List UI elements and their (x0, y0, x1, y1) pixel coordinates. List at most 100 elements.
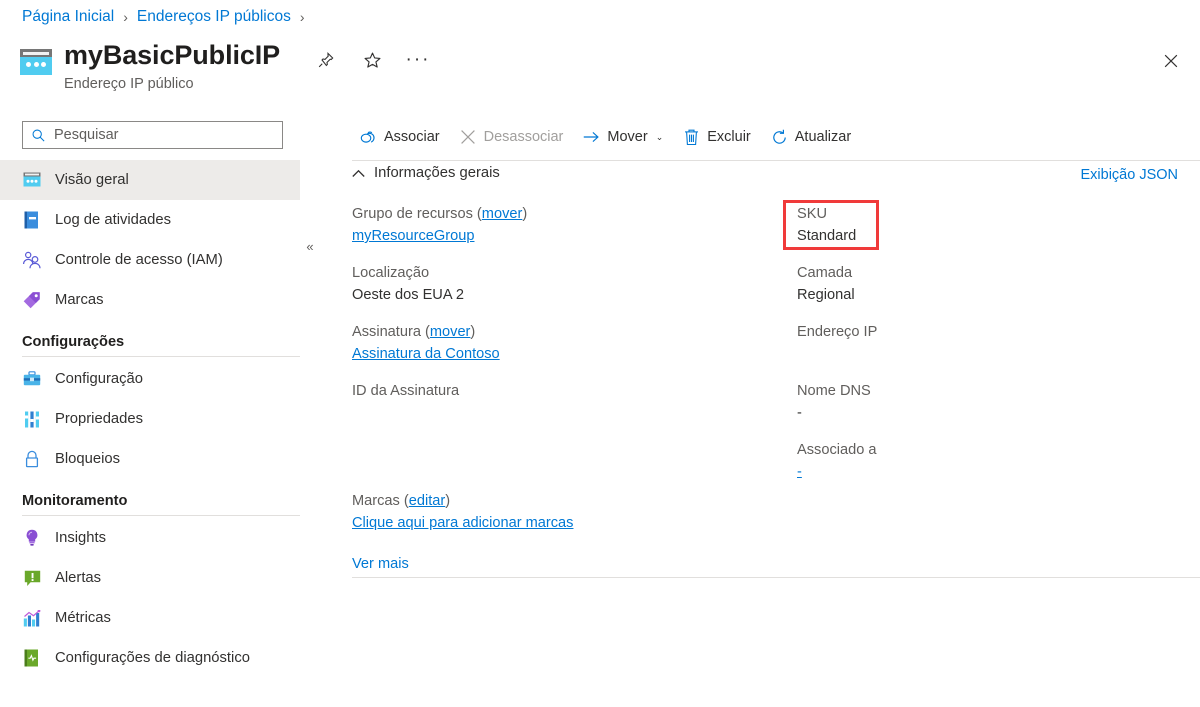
refresh-button[interactable]: Atualizar (763, 121, 859, 153)
sidebar-item-insights[interactable]: Insights (0, 518, 300, 558)
property-label: Endereço IP (797, 321, 1177, 343)
sidebar-group-title: Configurações (22, 334, 300, 350)
arrow-right-icon (583, 129, 600, 146)
essentials-section-header[interactable]: Informações gerais (352, 165, 500, 181)
property-tags: Marcas (editar) Clique aqui para adicion… (352, 490, 573, 534)
breadcrumb-item-public-ips[interactable]: Endereços IP públicos (137, 8, 291, 26)
command-bar: Associar Desassociar Mover ⌄ (352, 119, 859, 155)
sidebar-item-diagnostic-settings[interactable]: Configurações de diagnóstico (0, 638, 300, 678)
property-label: Associado a (797, 439, 1177, 461)
delete-button[interactable]: Excluir (675, 121, 759, 153)
property-subscription-id: ID da Assinatura (352, 380, 797, 424)
close-icon (1162, 52, 1180, 70)
sidebar-item-access-control[interactable]: Controle de acesso (IAM) (0, 240, 300, 280)
main-content: Associar Desassociar Mover ⌄ (337, 110, 1200, 707)
sidebar-search (22, 121, 283, 149)
page-subtitle: Endereço IP público (64, 74, 280, 94)
essentials-section-title: Informações gerais (374, 165, 500, 181)
dissociate-button[interactable]: Desassociar (452, 121, 572, 153)
public-ip-icon (20, 49, 52, 75)
sidebar-item-tags[interactable]: Marcas (0, 280, 300, 320)
pin-icon (317, 51, 335, 69)
refresh-icon (771, 129, 788, 146)
sidebar-item-locks[interactable]: Bloqueios (0, 439, 300, 479)
associated-to-link[interactable]: - (797, 464, 802, 480)
alerts-icon (22, 568, 42, 588)
sidebar-item-activity-log[interactable]: Log de atividades (0, 200, 300, 240)
property-sku: SKU Standard (797, 203, 1177, 247)
associate-button[interactable]: Associar (352, 121, 448, 153)
sidebar-item-metrics[interactable]: Métricas (0, 598, 300, 638)
sidebar-item-overview[interactable]: Visão geral (0, 160, 300, 200)
page-title: myBasicPublicIP (64, 38, 280, 72)
sidebar-item-label: Log de atividades (55, 210, 171, 230)
breadcrumb: Página Inicial › Endereços IP públicos › (22, 8, 305, 26)
see-more-link[interactable]: Ver mais (352, 556, 409, 572)
sidebar-item-label: Marcas (55, 290, 104, 310)
sidebar-item-label: Alertas (55, 568, 101, 588)
sidebar-item-label: Bloqueios (55, 449, 120, 469)
sidebar-item-label: Configurações de diagnóstico (55, 648, 250, 668)
command-label: Excluir (707, 129, 751, 145)
property-label: Localização (352, 262, 797, 284)
property-label: ID da Assinatura (352, 380, 797, 402)
property-associated-to: Associado a - (797, 439, 1177, 483)
breadcrumb-separator-icon: › (300, 9, 305, 25)
move-resource-group-link[interactable]: mover (482, 206, 523, 222)
search-icon (31, 128, 46, 143)
property-location: Localização Oeste dos EUA 2 (352, 262, 797, 306)
edit-tags-link[interactable]: editar (409, 493, 446, 509)
diagnostic-settings-icon (22, 648, 42, 668)
title-action-buttons: ··· (312, 46, 432, 74)
favorite-button[interactable] (358, 46, 386, 74)
sidebar-group-monitoring: Monitoramento (0, 493, 300, 516)
sidebar-item-label: Insights (55, 528, 106, 548)
sidebar-group-title: Monitoramento (22, 493, 300, 509)
property-label: Grupo de recursos (mover) (352, 203, 797, 225)
close-button[interactable] (1156, 46, 1186, 76)
property-subscription: Assinatura (mover) Assinatura da Contoso (352, 321, 797, 365)
property-value: Standard (797, 225, 1177, 247)
add-tags-link[interactable]: Clique aqui para adicionar marcas (352, 515, 573, 531)
sidebar-item-label: Métricas (55, 608, 111, 628)
sidebar-nav-list: Visão geral Log de atividades (0, 160, 337, 678)
sidebar-item-alerts[interactable]: Alertas (0, 558, 300, 598)
sidebar-item-configuration[interactable]: Configuração (0, 359, 300, 399)
sidebar-group-divider (22, 515, 300, 516)
sidebar-item-label: Propriedades (55, 409, 143, 429)
subscription-link[interactable]: Assinatura da Contoso (352, 346, 500, 362)
property-resource-group: Grupo de recursos (mover) myResourceGrou… (352, 203, 797, 247)
access-control-icon (22, 250, 42, 270)
command-label: Atualizar (795, 129, 851, 145)
property-dns-name: Nome DNS - (797, 380, 1177, 424)
property-value: - (797, 402, 1177, 424)
configuration-icon (22, 369, 42, 389)
sidebar-item-label: Controle de acesso (IAM) (55, 250, 223, 270)
property-label: Camada (797, 262, 1177, 284)
property-value: - (797, 461, 1177, 483)
pin-button[interactable] (312, 46, 340, 74)
essentials-left-column: Grupo de recursos (mover) myResourceGrou… (352, 203, 797, 498)
property-ip-address: Endereço IP (797, 321, 1177, 365)
search-box[interactable] (22, 121, 283, 149)
json-view-link[interactable]: Exibição JSON (1080, 167, 1178, 183)
breadcrumb-separator-icon: › (123, 9, 128, 25)
x-icon (460, 129, 477, 146)
more-options-button[interactable]: ··· (404, 46, 432, 74)
insights-lightbulb-icon (22, 528, 42, 548)
property-value (797, 343, 1177, 365)
move-subscription-link[interactable]: mover (430, 324, 471, 340)
search-input[interactable] (54, 127, 264, 143)
move-button[interactable]: Mover ⌄ (575, 121, 671, 153)
sidebar-item-properties[interactable]: Propriedades (0, 399, 300, 439)
properties-icon (22, 409, 42, 429)
command-label: Desassociar (484, 129, 564, 145)
lock-icon (22, 449, 42, 469)
resource-group-link[interactable]: myResourceGroup (352, 228, 474, 244)
star-icon (363, 51, 382, 70)
link-icon (360, 129, 377, 146)
command-label: Associar (384, 129, 440, 145)
sidebar-group-settings: Configurações (0, 334, 300, 357)
breadcrumb-item-home[interactable]: Página Inicial (22, 8, 114, 26)
property-value: Regional (797, 284, 1177, 306)
